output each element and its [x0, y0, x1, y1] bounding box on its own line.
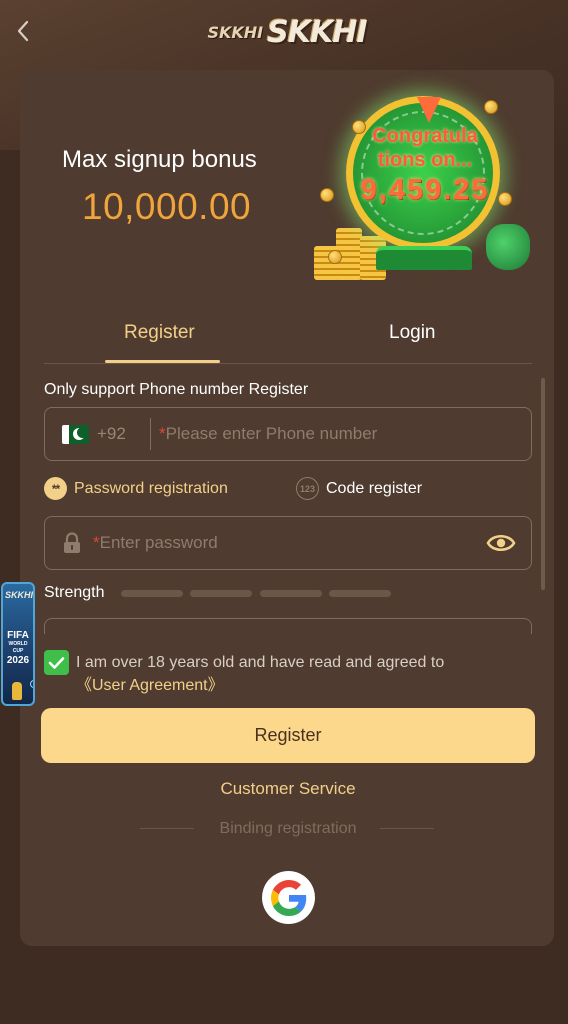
money-bag-icon	[486, 224, 530, 270]
agreement-statement: I am over 18 years old and have read and…	[76, 654, 445, 671]
pakistan-flag-icon	[62, 425, 89, 444]
badge-logo-text: SKKHI	[5, 590, 34, 600]
binding-registration-label: Binding registration	[219, 820, 357, 837]
prize-wheel	[346, 96, 500, 250]
coin-icon	[484, 100, 498, 114]
customer-service-link[interactable]: Customer Service	[0, 779, 568, 799]
bonus-amount: 10,000.00	[82, 186, 252, 227]
strength-label: Strength	[44, 584, 105, 601]
logo-mini-text: SKKHI	[207, 22, 264, 42]
password-placeholder: Enter password	[99, 533, 218, 552]
country-code[interactable]: +92	[97, 424, 126, 444]
google-icon	[270, 879, 306, 916]
register-button[interactable]: Register	[41, 708, 535, 763]
user-agreement-link[interactable]: 《User Agreement》	[76, 677, 224, 694]
badge-fifa-text: FIFA WORLD CUP 2026	[3, 630, 33, 666]
coin-icon	[320, 188, 334, 202]
strength-bar	[329, 590, 391, 597]
password-input[interactable]: *Enter password	[93, 533, 218, 553]
auth-tabs: Register Login	[44, 310, 532, 364]
field-divider	[150, 418, 151, 450]
google-login-button[interactable]	[262, 871, 315, 924]
strength-bar	[190, 590, 252, 597]
strength-bar	[121, 590, 183, 597]
logo-main-text: SKKHI	[267, 14, 367, 50]
coin-icon	[328, 250, 342, 264]
promo-line-2: tions on...	[377, 149, 473, 171]
chevron-left-icon	[17, 20, 29, 42]
code-register-option[interactable]: 123 Code register	[296, 477, 422, 500]
lock-icon	[64, 532, 80, 553]
form-scrollbar[interactable]	[541, 378, 545, 590]
badge-fifa-line1: FIFA	[7, 630, 29, 641]
badge-fifa-line2: WORLD CUP	[8, 641, 28, 654]
password-registration-option[interactable]: ** Password registration	[44, 477, 228, 500]
required-mark: *	[93, 533, 100, 552]
phone-field[interactable]: +92 *Please enter Phone number	[44, 407, 532, 461]
required-mark: *	[159, 424, 166, 443]
prize-wheel-banner: Congratula tions on... 9,459.25	[298, 90, 534, 286]
code-mode-label: Code register	[326, 479, 423, 497]
divider-line	[380, 828, 434, 829]
badge-close-dot[interactable]	[30, 680, 33, 688]
confirm-password-field[interactable]	[44, 618, 532, 634]
promo-line-1: Congratula	[372, 125, 478, 147]
agreement-checkbox[interactable]	[44, 650, 69, 675]
phone-input[interactable]: *Please enter Phone number	[159, 424, 377, 444]
tab-login[interactable]: Login	[389, 322, 436, 344]
strength-bar	[260, 590, 322, 597]
binding-registration-divider: Binding registration	[140, 818, 436, 840]
bonus-title: Max signup bonus	[62, 146, 257, 173]
active-tab-indicator	[105, 360, 220, 363]
eye-icon[interactable]	[486, 531, 516, 555]
password-mode-label: Password registration	[74, 479, 228, 497]
support-notice: Only support Phone number Register	[44, 381, 309, 398]
trophy-icon	[12, 682, 22, 700]
password-field[interactable]: *Enter password	[44, 516, 532, 570]
header: SKKHI SKKHI	[0, 0, 568, 64]
wheel-base	[376, 246, 472, 270]
password-mode-icon: **	[44, 477, 67, 500]
code-mode-icon: 123	[296, 477, 319, 500]
phone-placeholder: Please enter Phone number	[165, 424, 378, 443]
fifa-promo-badge[interactable]: SKKHI FIFA WORLD CUP 2026	[1, 582, 35, 706]
agreement-text: I am over 18 years old and have read and…	[76, 651, 516, 697]
promo-amount: 9,459.25	[360, 174, 490, 206]
badge-fifa-year: 2026	[6, 655, 30, 666]
check-icon	[48, 656, 65, 669]
back-button[interactable]	[8, 14, 38, 48]
tab-register[interactable]: Register	[124, 322, 195, 344]
app-logo: SKKHI SKKHI	[196, 10, 378, 54]
promo-congrats-text: Congratula tions on...	[350, 124, 500, 172]
wheel-pointer	[417, 97, 441, 123]
